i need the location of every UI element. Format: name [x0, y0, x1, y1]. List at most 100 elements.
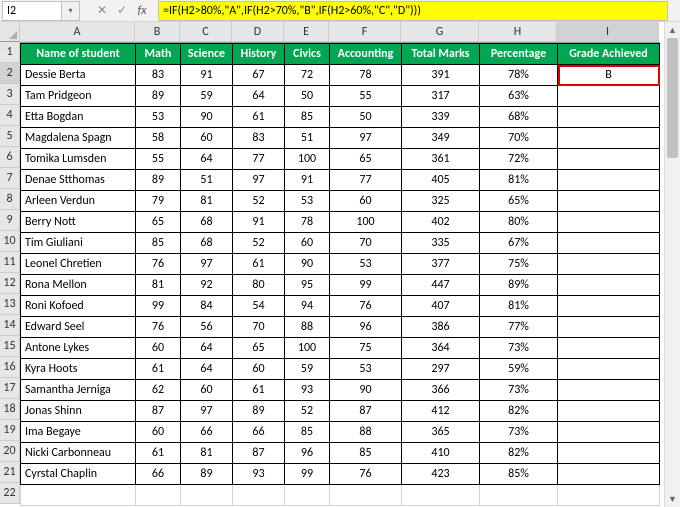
cell[interactable]: 407 [402, 296, 480, 317]
cell[interactable]: 68 [181, 212, 233, 233]
cell[interactable]: 58 [136, 128, 181, 149]
scroll-down-icon[interactable]: ▼ [665, 491, 680, 507]
cell[interactable]: 59 [181, 86, 233, 107]
cell[interactable]: 87 [233, 443, 285, 464]
name-box[interactable]: I2 [2, 1, 62, 21]
cell[interactable]: 60 [136, 422, 181, 443]
cell[interactable]: 63% [480, 86, 558, 107]
column-header-I[interactable]: I [557, 22, 659, 42]
row-header-4[interactable]: 4 [0, 105, 20, 126]
cell[interactable] [558, 443, 660, 464]
cell[interactable] [330, 485, 402, 506]
cell[interactable]: 96 [330, 317, 402, 338]
cell[interactable]: 365 [402, 422, 480, 443]
cell[interactable]: 52 [233, 233, 285, 254]
cell[interactable] [181, 485, 233, 506]
cell[interactable]: 91 [233, 212, 285, 233]
cell[interactable]: 67 [233, 65, 285, 86]
cell[interactable] [558, 359, 660, 380]
cell[interactable] [21, 485, 136, 506]
cell[interactable]: 52 [233, 191, 285, 212]
cell[interactable]: 83 [233, 128, 285, 149]
cell[interactable] [558, 338, 660, 359]
cell[interactable]: 91 [181, 65, 233, 86]
cell[interactable] [558, 170, 660, 191]
scrollbar-track[interactable] [665, 38, 680, 491]
name-box-dropdown[interactable]: ▾ [62, 1, 80, 21]
cell[interactable]: 75 [330, 338, 402, 359]
cell[interactable]: 90 [181, 107, 233, 128]
cell[interactable]: 61 [233, 380, 285, 401]
cell[interactable]: 80% [480, 212, 558, 233]
cell[interactable]: 97 [233, 170, 285, 191]
cell[interactable]: 65 [136, 212, 181, 233]
cell[interactable]: 66 [136, 464, 181, 485]
cell[interactable]: 77 [330, 170, 402, 191]
cell[interactable]: 81% [480, 296, 558, 317]
cell[interactable] [558, 317, 660, 338]
table-header[interactable]: Name of student [21, 44, 136, 65]
cell[interactable]: 73% [480, 422, 558, 443]
cell[interactable]: 76 [136, 317, 181, 338]
row-header-8[interactable]: 8 [0, 189, 20, 210]
cell[interactable]: 85 [136, 233, 181, 254]
cell[interactable] [558, 464, 660, 485]
column-header-E[interactable]: E [284, 22, 329, 42]
table-header[interactable]: Civics [285, 44, 330, 65]
fx-icon[interactable]: fx [132, 1, 152, 21]
cell[interactable]: 50 [330, 107, 402, 128]
cell[interactable]: 78% [480, 65, 558, 86]
cancel-formula-icon[interactable]: ✕ [92, 1, 112, 21]
cell[interactable]: Denae Stthomas [21, 170, 136, 191]
cell[interactable]: 60 [181, 380, 233, 401]
table-header[interactable]: Total Marks [402, 44, 480, 65]
select-all-corner[interactable] [0, 22, 20, 42]
cell[interactable]: 65% [480, 191, 558, 212]
row-header-19[interactable]: 19 [0, 420, 20, 441]
cell[interactable]: B [558, 65, 660, 86]
cell[interactable]: 93 [233, 464, 285, 485]
cell[interactable]: 402 [402, 212, 480, 233]
scrollbar-thumb[interactable] [667, 38, 678, 158]
cell[interactable]: 82% [480, 443, 558, 464]
cell[interactable]: 70 [233, 317, 285, 338]
cell[interactable]: 65 [233, 338, 285, 359]
cell[interactable]: 85 [285, 422, 330, 443]
cell[interactable]: 87 [136, 401, 181, 422]
row-header-17[interactable]: 17 [0, 378, 20, 399]
cell[interactable]: 377 [402, 254, 480, 275]
cell[interactable]: 92 [181, 275, 233, 296]
column-header-A[interactable]: A [20, 22, 135, 42]
cell[interactable]: 93 [285, 380, 330, 401]
cell[interactable]: 77 [233, 149, 285, 170]
cell[interactable]: 88 [285, 317, 330, 338]
cell[interactable]: 65 [330, 149, 402, 170]
cell[interactable]: 64 [181, 359, 233, 380]
cell[interactable]: Leonel Chretien [21, 254, 136, 275]
cell[interactable] [558, 296, 660, 317]
cell[interactable]: 410 [402, 443, 480, 464]
cell[interactable] [558, 86, 660, 107]
cell[interactable]: 79 [136, 191, 181, 212]
cell[interactable]: Kyra Hoots [21, 359, 136, 380]
cell[interactable]: 73% [480, 338, 558, 359]
cell[interactable]: 89 [233, 401, 285, 422]
cell[interactable]: Berry Nott [21, 212, 136, 233]
cell[interactable]: 72 [285, 65, 330, 86]
cell[interactable] [402, 485, 480, 506]
cell[interactable] [558, 191, 660, 212]
cell[interactable]: 95 [285, 275, 330, 296]
cell[interactable]: 61 [233, 254, 285, 275]
cell[interactable]: 76 [330, 464, 402, 485]
row-header-15[interactable]: 15 [0, 336, 20, 357]
row-header-14[interactable]: 14 [0, 315, 20, 336]
cell[interactable]: 68% [480, 107, 558, 128]
cell[interactable]: Nicki Carbonneau [21, 443, 136, 464]
table-header[interactable]: Math [136, 44, 181, 65]
cell[interactable]: 72% [480, 149, 558, 170]
cell[interactable]: 80 [233, 275, 285, 296]
cell[interactable]: 90 [285, 254, 330, 275]
cell[interactable] [233, 485, 285, 506]
table-header[interactable]: Accounting [330, 44, 402, 65]
cell[interactable]: 405 [402, 170, 480, 191]
